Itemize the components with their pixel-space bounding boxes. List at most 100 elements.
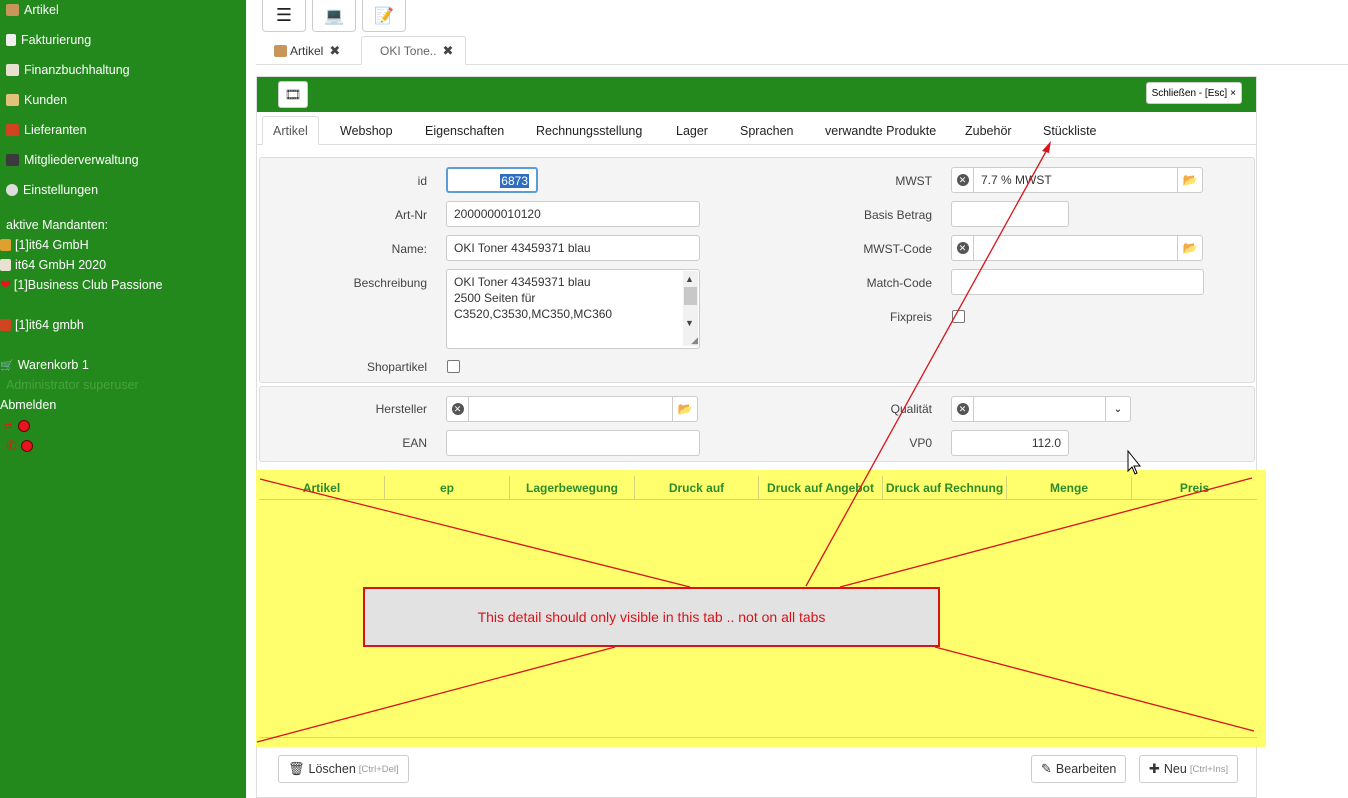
close-icon[interactable]: ✖ bbox=[329, 43, 340, 59]
beschreibung-label: Beschreibung bbox=[353, 276, 427, 290]
sidebar-item-label: Kunden bbox=[24, 93, 68, 107]
shopartikel-checkbox[interactable] bbox=[447, 360, 460, 373]
invoice-icon bbox=[6, 34, 16, 46]
tab-webshop[interactable]: Webshop bbox=[340, 116, 393, 145]
new-button[interactable]: ✚ Neu [Ctrl+Ins] bbox=[1139, 755, 1239, 783]
delete-button[interactable]: 🗑 Löschen [Ctrl+Del] bbox=[278, 755, 409, 783]
name-field[interactable]: OKI Toner 43459371 blau bbox=[446, 235, 700, 261]
logout-link[interactable]: Abmelden bbox=[0, 396, 56, 414]
mwst-field[interactable]: 7.7 % MWST bbox=[973, 167, 1178, 193]
phone-status-row: ✆ bbox=[0, 437, 33, 455]
cart-label: Warenkorb 1 bbox=[17, 358, 89, 372]
laptop-button[interactable]: 💻 bbox=[312, 0, 356, 32]
article-main-fields: id 6873 Art-Nr 2000000010120 Name: OKI T… bbox=[259, 157, 1255, 383]
mandant-item[interactable]: it64 GmbH 2020 bbox=[0, 256, 106, 274]
hersteller-clear-button[interactable]: ✕ bbox=[446, 396, 469, 422]
column-druck-auf-rechnung[interactable]: Druck auf Rechnung bbox=[882, 476, 1006, 500]
hersteller-field[interactable] bbox=[468, 396, 673, 422]
scroll-up-icon[interactable]: ▲ bbox=[685, 271, 694, 287]
truck-icon bbox=[0, 319, 11, 331]
mandant-item[interactable]: [1]it64 gmbh bbox=[0, 316, 84, 334]
sidebar-item-kunden[interactable]: Kunden bbox=[6, 91, 67, 109]
sidebar-item-label: Finanzbuchhaltung bbox=[24, 63, 130, 77]
sidebar-item-einstellungen[interactable]: Einstellungen bbox=[6, 181, 98, 199]
tab-artikel[interactable]: Artikel ✖ bbox=[264, 36, 350, 65]
id-field[interactable]: 6873 bbox=[446, 167, 538, 193]
hersteller-browse-button[interactable]: 📂 bbox=[672, 396, 698, 422]
column-preis[interactable]: Preis bbox=[1131, 476, 1257, 500]
sidebar-item-finanzbuchhaltung[interactable]: Finanzbuchhaltung bbox=[6, 61, 130, 79]
description-line: OKI Toner 43459371 blau bbox=[454, 275, 591, 289]
match-code-label: Match-Code bbox=[866, 276, 932, 290]
transfer-icon: ⇄ bbox=[4, 420, 13, 432]
artnr-field[interactable]: 2000000010120 bbox=[446, 201, 700, 227]
tab-artikel[interactable]: Artikel bbox=[262, 116, 319, 145]
grid-footer-line bbox=[259, 737, 1257, 738]
vp0-field[interactable]: 112.0 bbox=[951, 430, 1069, 456]
qualitaet-select[interactable] bbox=[973, 396, 1106, 422]
sidebar-item-lieferanten[interactable]: Lieferanten bbox=[6, 121, 87, 139]
column-artikel[interactable]: Artikel bbox=[259, 476, 384, 500]
chart-icon bbox=[6, 64, 19, 76]
tab-rechnungsstellung[interactable]: Rechnungsstellung bbox=[536, 116, 642, 145]
film-button[interactable]: 🎞 bbox=[278, 81, 308, 108]
column-menge[interactable]: Menge bbox=[1006, 476, 1131, 500]
scroll-down-icon[interactable]: ▼ bbox=[685, 315, 694, 331]
scroll-thumb[interactable] bbox=[684, 287, 697, 305]
basis-betrag-field[interactable] bbox=[951, 201, 1069, 227]
article-extra-fields: Hersteller ✕ 📂 EAN Qualität ✕ ⌄ VP0 112.… bbox=[259, 386, 1255, 462]
notes-icon: 📝 bbox=[374, 7, 394, 25]
menu-button[interactable]: ☰ bbox=[262, 0, 306, 32]
ean-field[interactable] bbox=[446, 430, 700, 456]
mwst-code-field[interactable] bbox=[973, 235, 1178, 261]
column-lagerbewegung[interactable]: Lagerbewegung bbox=[509, 476, 634, 500]
notes-button[interactable]: 📝 bbox=[362, 0, 406, 32]
tab-lager[interactable]: Lager bbox=[676, 116, 708, 145]
status-dot bbox=[20, 440, 33, 452]
document-tabs: Artikel ✖ OKI Tone.. ✖ bbox=[256, 36, 1348, 65]
qualitaet-clear-button[interactable]: ✕ bbox=[951, 396, 974, 422]
chevron-down-icon: ⌄ bbox=[1113, 403, 1123, 415]
mwst-clear-button[interactable]: ✕ bbox=[951, 167, 974, 193]
sidebar-item-artikel[interactable]: Artikel bbox=[6, 1, 59, 19]
tab-eigenschaften[interactable]: Eigenschaften bbox=[425, 116, 504, 145]
mandant-item[interactable]: [1]it64 GmbH bbox=[0, 236, 89, 254]
clear-icon: ✕ bbox=[956, 242, 969, 254]
sidebar: Artikel Fakturierung Finanzbuchhaltung K… bbox=[0, 0, 246, 798]
cart-link[interactable]: 🛒 Warenkorb 1 bbox=[0, 356, 89, 374]
mandant-item[interactable]: ❤ [1]Business Club Passione bbox=[0, 276, 163, 294]
column-druck-auf[interactable]: Druck auf bbox=[634, 476, 758, 500]
tab-verwandte-produkte[interactable]: verwandte Produkte bbox=[825, 116, 936, 145]
qualitaet-dropdown-button[interactable]: ⌄ bbox=[1105, 396, 1131, 422]
edit-button[interactable]: ✎ Bearbeiten bbox=[1031, 755, 1127, 783]
user-name: Administrator superuser bbox=[6, 378, 139, 392]
delete-label: Löschen bbox=[308, 762, 356, 776]
column-druck-auf-angebot[interactable]: Druck auf Angebot bbox=[758, 476, 882, 500]
sidebar-item-mitgliederverwaltung[interactable]: Mitgliederverwaltung bbox=[6, 151, 139, 169]
id-label: id bbox=[417, 174, 427, 188]
basis-betrag-label: Basis Betrag bbox=[863, 208, 932, 222]
tab-stueckliste[interactable]: Stückliste bbox=[1043, 116, 1097, 145]
users-icon bbox=[6, 154, 19, 166]
panel-header: 🎞 Schließen - [Esc] × bbox=[257, 77, 1256, 112]
tab-zubehoer[interactable]: Zubehör bbox=[965, 116, 1012, 145]
edit-label: Bearbeiten bbox=[1055, 762, 1117, 776]
sidebar-item-label: Einstellungen bbox=[23, 183, 99, 197]
tab-label: OKI Tone.. bbox=[380, 43, 437, 58]
mwst-code-clear-button[interactable]: ✕ bbox=[951, 235, 974, 261]
fixpreis-checkbox[interactable] bbox=[952, 310, 965, 323]
mwst-code-browse-button[interactable]: 📂 bbox=[1177, 235, 1203, 261]
tab-sprachen[interactable]: Sprachen bbox=[740, 116, 794, 145]
clear-icon: ✕ bbox=[956, 174, 969, 186]
beschreibung-field[interactable]: OKI Toner 43459371 blau 2500 Seiten für … bbox=[446, 269, 700, 349]
mwst-browse-button[interactable]: 📂 bbox=[1177, 167, 1203, 193]
vp0-label: VP0 bbox=[909, 436, 932, 450]
status-dot bbox=[18, 420, 31, 432]
resize-handle-icon[interactable]: ◢ bbox=[691, 332, 698, 348]
close-icon[interactable]: ✖ bbox=[442, 43, 453, 59]
close-panel-button[interactable]: Schließen - [Esc] × bbox=[1145, 82, 1242, 104]
match-code-field[interactable] bbox=[951, 269, 1204, 295]
sidebar-item-fakturierung[interactable]: Fakturierung bbox=[6, 31, 91, 49]
column-ep[interactable]: ep bbox=[384, 476, 509, 500]
tab-oki-toner[interactable]: OKI Tone.. ✖ bbox=[361, 36, 466, 65]
